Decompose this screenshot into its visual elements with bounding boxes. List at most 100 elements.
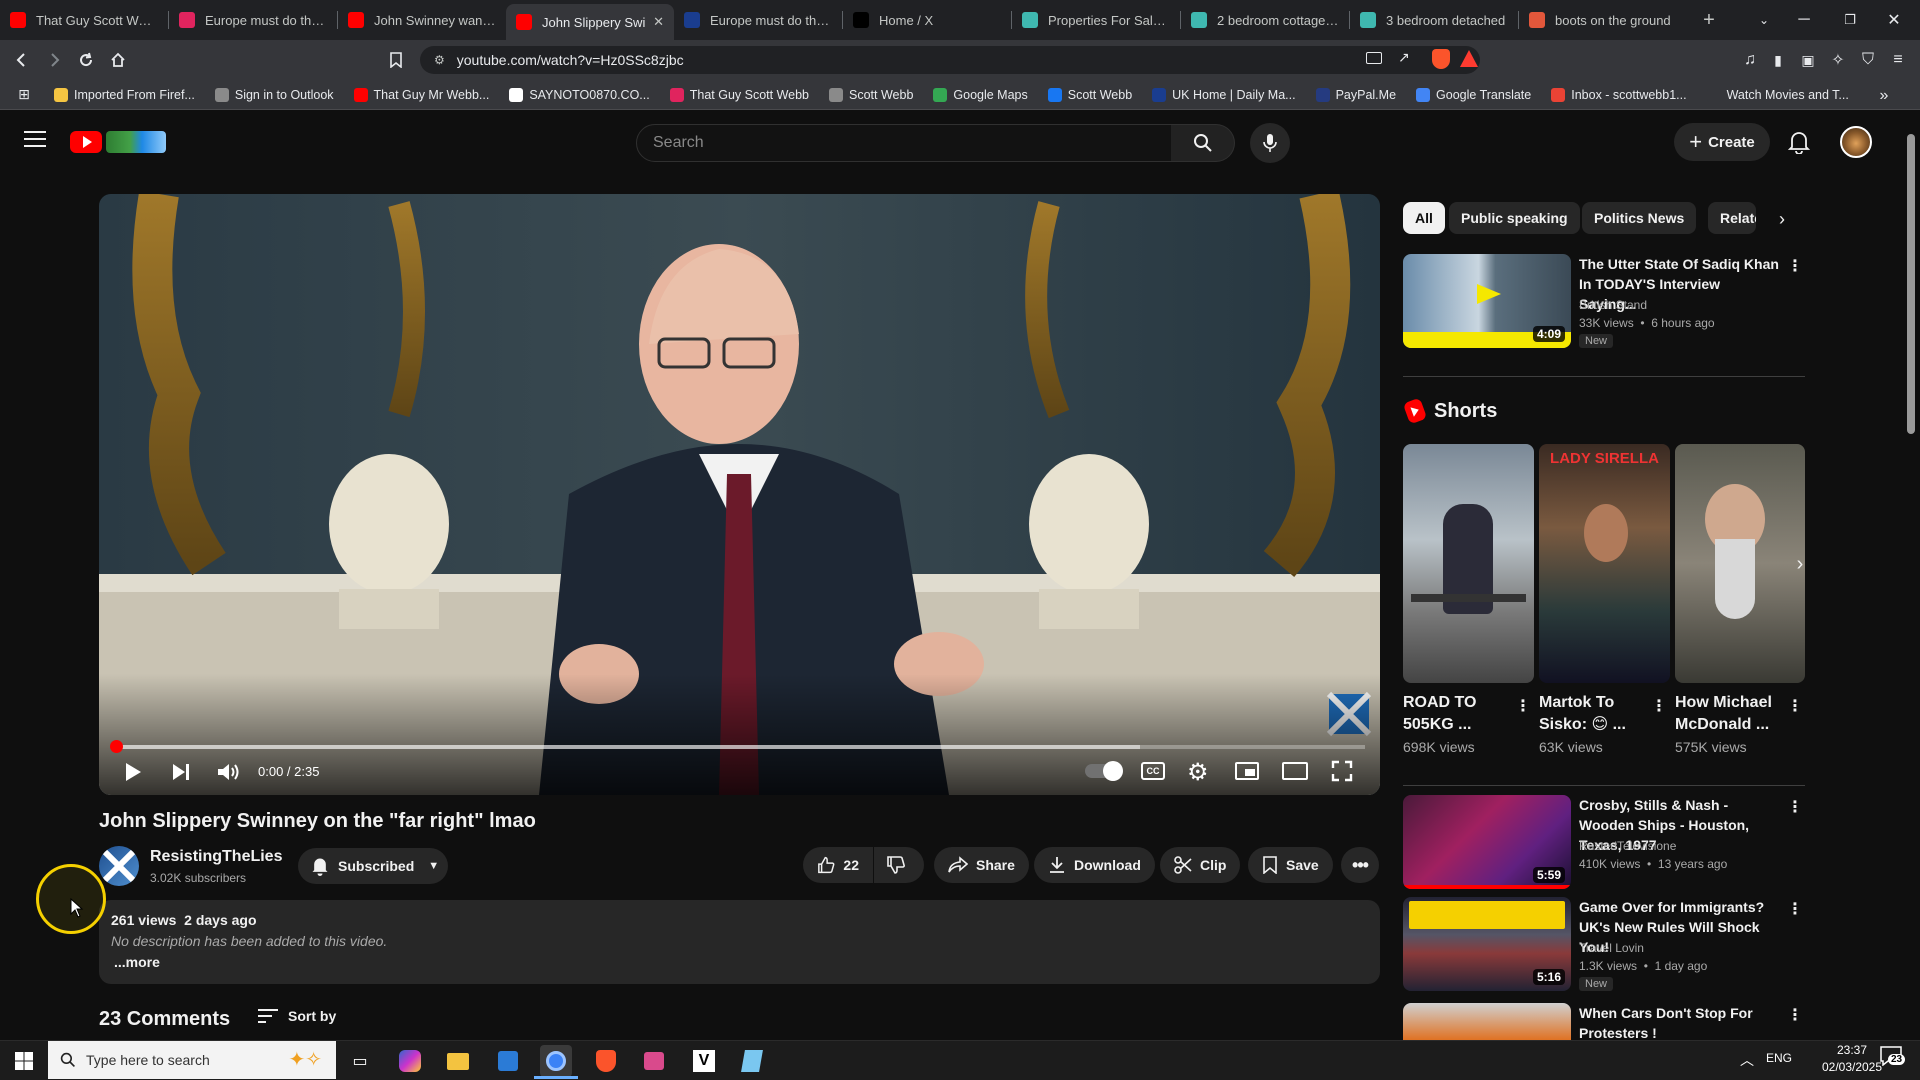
- language-indicator[interactable]: ENG: [1766, 1051, 1792, 1065]
- bookmark-item[interactable]: Inbox - scottwebb1...: [1551, 87, 1687, 102]
- notifications-bell-icon[interactable]: [1787, 130, 1811, 159]
- filter-chip[interactable]: Relate: [1708, 202, 1756, 234]
- task-view-icon[interactable]: ▭: [344, 1045, 376, 1077]
- channel-name[interactable]: ResistingTheLies: [150, 848, 282, 866]
- related-thumbnail[interactable]: [1403, 1003, 1571, 1040]
- forward-icon[interactable]: [38, 44, 70, 76]
- dislike-button[interactable]: [874, 847, 924, 883]
- browser-tab[interactable]: John Swinney wants t: [338, 4, 506, 36]
- voice-search-button[interactable]: [1250, 123, 1290, 163]
- taskbar-search-box[interactable]: Type here to search ✦✧: [48, 1041, 336, 1079]
- related-video-item[interactable]: 5:16 Game Over for Immigrants? UK's New R…: [1403, 897, 1805, 997]
- reload-icon[interactable]: [70, 44, 102, 76]
- browser-tab[interactable]: 2 bedroom cottage fo: [1181, 4, 1349, 36]
- share-page-icon[interactable]: ↗: [1398, 49, 1410, 66]
- search-input[interactable]: Search: [636, 124, 1172, 162]
- browser-tab[interactable]: Home / X: [843, 4, 1011, 36]
- channel-avatar[interactable]: [99, 846, 139, 886]
- address-bar[interactable]: ⚙ youtube.com/watch?v=Hz0SSc8zjbc ↗: [420, 46, 1480, 74]
- related-more-icon[interactable]: ⋮: [1787, 797, 1803, 817]
- sort-by-button[interactable]: Sort by: [258, 1008, 336, 1024]
- bookmark-item[interactable]: Sign in to Outlook: [214, 87, 334, 102]
- filter-chip[interactable]: Politics News: [1582, 202, 1697, 234]
- bookmark-item[interactable]: That Guy Mr Webb...: [353, 87, 489, 102]
- windows-start-icon[interactable]: [8, 1045, 40, 1077]
- more-actions-button[interactable]: •••: [1341, 847, 1379, 883]
- share-button[interactable]: Share: [934, 847, 1029, 883]
- new-tab-button[interactable]: +: [1693, 4, 1725, 36]
- vpn-icon[interactable]: ⛉: [1852, 44, 1884, 76]
- short-title[interactable]: How Michael McDonald ...: [1675, 692, 1783, 736]
- fullscreen-button[interactable]: [1331, 760, 1353, 782]
- page-scrollbar[interactable]: [1906, 122, 1916, 1040]
- related-thumbnail[interactable]: 4:09: [1403, 254, 1571, 348]
- site-info-icon[interactable]: ⚙: [434, 53, 445, 67]
- create-button[interactable]: + Create: [1674, 123, 1770, 161]
- bookmark-page-icon[interactable]: [380, 44, 412, 76]
- store-icon[interactable]: [492, 1045, 524, 1077]
- short-title[interactable]: Martok To Sisko: 😊 ...: [1539, 692, 1647, 736]
- browser-tab[interactable]: Properties For Sale in: [1012, 4, 1180, 36]
- home-icon[interactable]: [102, 44, 134, 76]
- related-more-icon[interactable]: ⋮: [1787, 1005, 1803, 1025]
- related-more-icon[interactable]: ⋮: [1787, 256, 1803, 276]
- bookmark-item[interactable]: PayPal.Me: [1315, 87, 1396, 102]
- notification-center-icon[interactable]: 23: [1880, 1046, 1908, 1074]
- browser-tab-active[interactable]: John Slippery Swi ✕: [506, 4, 674, 40]
- browser-tab[interactable]: That Guy Scott Webb: [0, 4, 168, 36]
- browser-tab[interactable]: Europe must do the 'h: [674, 4, 842, 36]
- short-more-icon[interactable]: ⋮: [1651, 696, 1667, 716]
- bookmark-item[interactable]: Imported From Firef...: [54, 87, 195, 102]
- clock-date[interactable]: 02/03/2025: [1816, 1060, 1888, 1074]
- clip-button[interactable]: Clip: [1160, 847, 1241, 883]
- minimize-button[interactable]: ─: [1788, 4, 1820, 36]
- related-title[interactable]: When Cars Don't Stop For Protesters !: [1579, 1003, 1779, 1040]
- bookmark-item[interactable]: SAYNOTO0870.CO...: [509, 87, 650, 102]
- like-button[interactable]: 22: [803, 847, 873, 883]
- clock-time[interactable]: 23:37: [1816, 1043, 1888, 1057]
- play-button[interactable]: [121, 760, 145, 784]
- tab-search-icon[interactable]: ⌄: [1748, 4, 1780, 36]
- vegas-icon[interactable]: V: [688, 1045, 720, 1077]
- cast-icon[interactable]: [1366, 52, 1382, 64]
- guide-menu-icon[interactable]: [24, 130, 46, 148]
- subscribed-button[interactable]: Subscribed ▼: [298, 848, 448, 884]
- bookmarks-overflow-icon[interactable]: »: [1868, 80, 1900, 112]
- bookmark-item[interactable]: That Guy Scott Webb: [669, 87, 809, 102]
- video-player[interactable]: 0:00 / 2:35 CC ⚙: [99, 194, 1380, 795]
- theater-mode-button[interactable]: [1282, 762, 1308, 780]
- close-tab-icon[interactable]: ✕: [653, 14, 664, 30]
- scrollbar-thumb[interactable]: [1907, 134, 1915, 434]
- restore-button[interactable]: ❐: [1834, 4, 1866, 36]
- short-thumbnail[interactable]: [1403, 444, 1534, 683]
- related-video-item[interactable]: When Cars Don't Stop For Protesters ! ⋮: [1403, 1003, 1805, 1040]
- browser-tab[interactable]: boots on the ground: [1519, 4, 1687, 36]
- short-title[interactable]: ROAD TO 505KG ...: [1403, 692, 1511, 736]
- menu-icon[interactable]: ≡: [1882, 44, 1914, 76]
- related-thumbnail[interactable]: 5:59: [1403, 795, 1571, 889]
- miniplayer-button[interactable]: [1235, 762, 1259, 780]
- filter-chip[interactable]: Public speaking: [1449, 202, 1580, 234]
- wallet-icon[interactable]: ▣: [1792, 44, 1824, 76]
- download-button[interactable]: Download: [1034, 847, 1155, 883]
- next-button[interactable]: [169, 760, 193, 784]
- description-box[interactable]: 261 views 2 days ago No description has …: [99, 900, 1380, 984]
- autoplay-toggle[interactable]: [1085, 761, 1123, 781]
- filter-chip[interactable]: All: [1403, 202, 1445, 234]
- save-button[interactable]: Save: [1248, 847, 1333, 883]
- back-icon[interactable]: [6, 44, 38, 76]
- tray-overflow-icon[interactable]: ︿: [1740, 1050, 1754, 1070]
- brave-shields-icon[interactable]: [1432, 49, 1450, 69]
- notes-app-icon[interactable]: [736, 1045, 768, 1077]
- browser-tab[interactable]: 3 bedroom detached: [1350, 4, 1518, 36]
- bookmark-item[interactable]: UK Home | Daily Ma...: [1152, 87, 1296, 102]
- related-channel[interactable]: RustedTelevisione: [1579, 837, 1676, 855]
- bookmark-item[interactable]: Scott Webb: [1047, 87, 1132, 102]
- shorts-next-button[interactable]: ›: [1780, 550, 1820, 578]
- short-thumbnail[interactable]: LADY SIRELLA: [1539, 444, 1670, 683]
- bookmark-item[interactable]: Scott Webb: [829, 87, 913, 102]
- taskbar-app-icon[interactable]: [540, 1045, 572, 1077]
- bookmark-item[interactable]: Watch Movies and T...: [1706, 87, 1849, 102]
- show-more-link[interactable]: ...more: [114, 954, 160, 970]
- close-window-button[interactable]: ✕: [1878, 4, 1910, 36]
